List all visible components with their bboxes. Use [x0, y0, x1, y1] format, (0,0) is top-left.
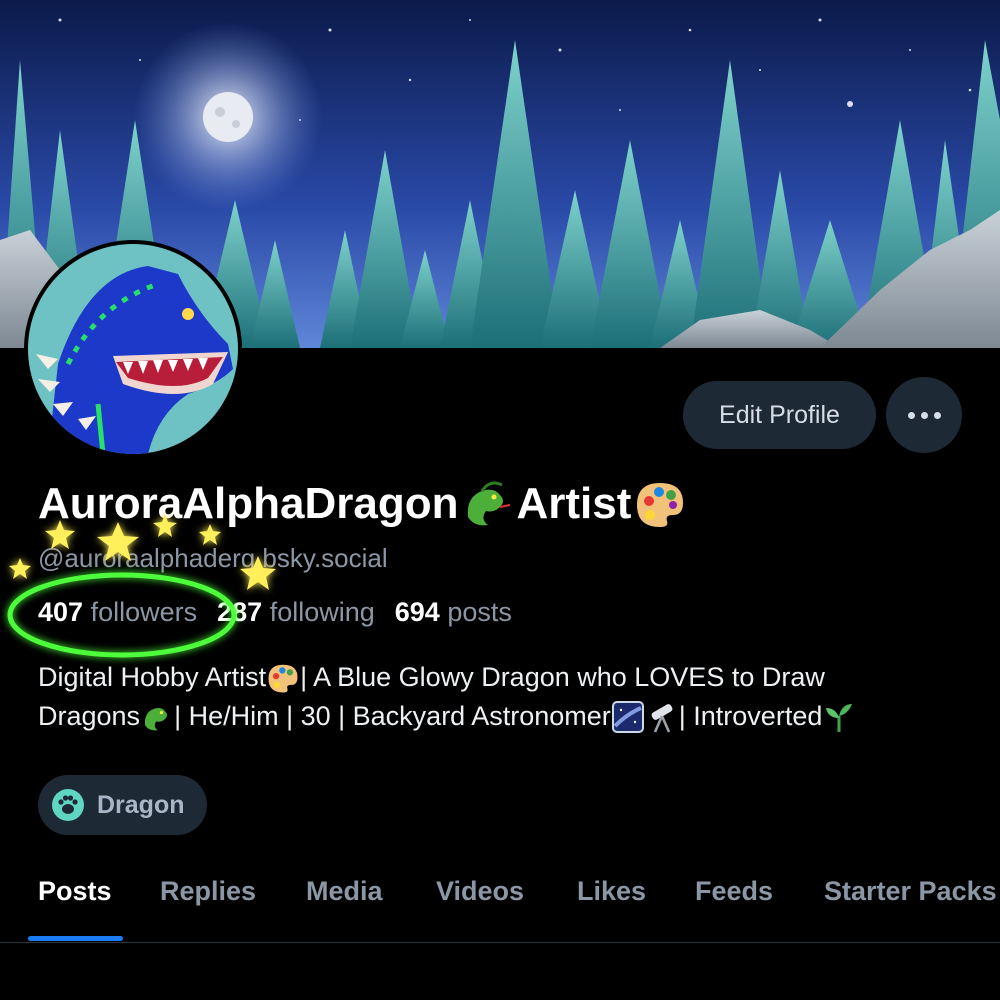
profile-tabs: Posts Replies Media Videos Likes Feeds S…	[0, 862, 1000, 943]
followers-label: followers	[90, 597, 198, 627]
bio-text: | Introverted	[678, 701, 823, 731]
blue-dragon-avatar-image	[28, 244, 238, 454]
avatar[interactable]	[24, 240, 242, 458]
followers-count: 407	[38, 597, 84, 627]
posts-count: 694	[394, 597, 440, 627]
tab-starter-packs[interactable]: Starter Packs	[824, 876, 997, 907]
artist-palette-emoji-icon	[268, 664, 298, 692]
milky-way-emoji-icon	[611, 700, 644, 733]
tab-posts[interactable]: Posts	[38, 876, 112, 907]
profile-stats: 407 followers 287 following 694 posts	[38, 597, 512, 628]
bio-text: | A Blue Glowy Dragon who LOVES to Draw	[300, 662, 825, 692]
tab-videos[interactable]: Videos	[436, 876, 524, 907]
telescope-emoji-icon	[651, 703, 673, 733]
following-stat[interactable]: 287 following	[217, 597, 375, 628]
followers-stat[interactable]: 407 followers	[38, 597, 197, 628]
profile-bio: Digital Hobby Artist | A Blue Glowy Drag…	[38, 658, 978, 736]
tab-media[interactable]: Media	[306, 876, 383, 907]
dragon-emoji-icon	[144, 707, 168, 730]
artist-palette-emoji-icon	[637, 483, 684, 527]
bio-text: | He/Him | 30 | Backyard Astronomer	[174, 701, 611, 731]
edit-profile-button[interactable]: Edit Profile	[683, 381, 876, 449]
profile-handle: @auroraalphaderg.bsky.social	[38, 543, 388, 573]
posts-label: posts	[447, 597, 512, 627]
following-count: 287	[217, 597, 263, 627]
dragon-emoji-icon	[468, 481, 511, 526]
following-label: following	[269, 597, 375, 627]
bio-text: Digital Hobby Artist	[38, 662, 267, 692]
bio-line: Digital Hobby Artist | A Blue Glowy Drag…	[38, 658, 978, 697]
display-name-text: AuroraAlphaDragon	[38, 479, 459, 528]
tab-likes[interactable]: Likes	[577, 876, 646, 907]
more-options-button[interactable]	[886, 377, 962, 453]
display-name: AuroraAlphaDragon Artist	[38, 474, 687, 534]
active-tab-indicator	[28, 936, 123, 941]
paw-icon	[52, 789, 84, 821]
ellipsis-icon	[907, 411, 941, 419]
tag-label: Dragon	[97, 790, 185, 819]
bio-line: Dragons | He/Him | 30 | Backyard Astrono…	[38, 697, 978, 736]
seedling-emoji-icon	[826, 703, 853, 732]
tab-feeds[interactable]: Feeds	[695, 876, 773, 907]
bio-text: Dragons	[38, 701, 141, 731]
display-name-suffix: Artist	[516, 479, 632, 528]
profile-tag-chip[interactable]: Dragon	[38, 775, 207, 835]
posts-stat: 694 posts	[395, 597, 512, 628]
tab-replies[interactable]: Replies	[160, 876, 256, 907]
